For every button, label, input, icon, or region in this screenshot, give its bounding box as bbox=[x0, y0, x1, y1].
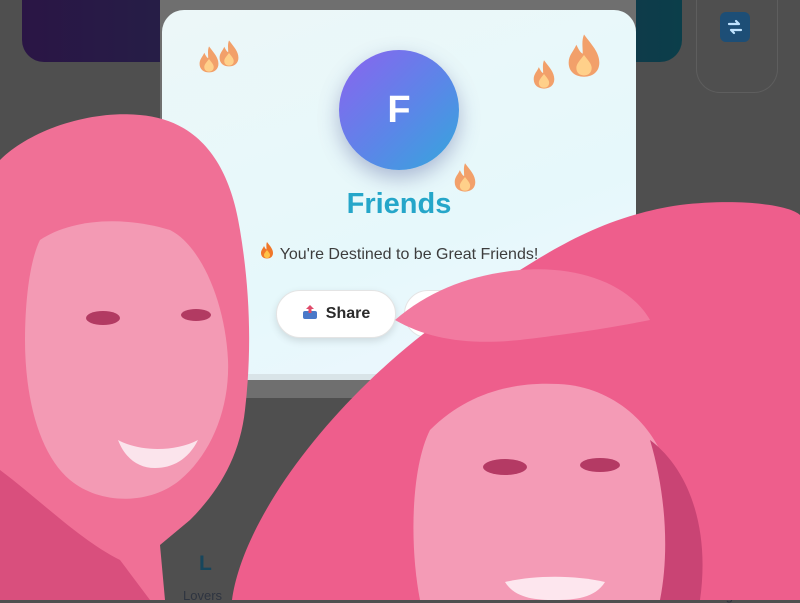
photo-cutout-woman bbox=[232, 202, 800, 600]
